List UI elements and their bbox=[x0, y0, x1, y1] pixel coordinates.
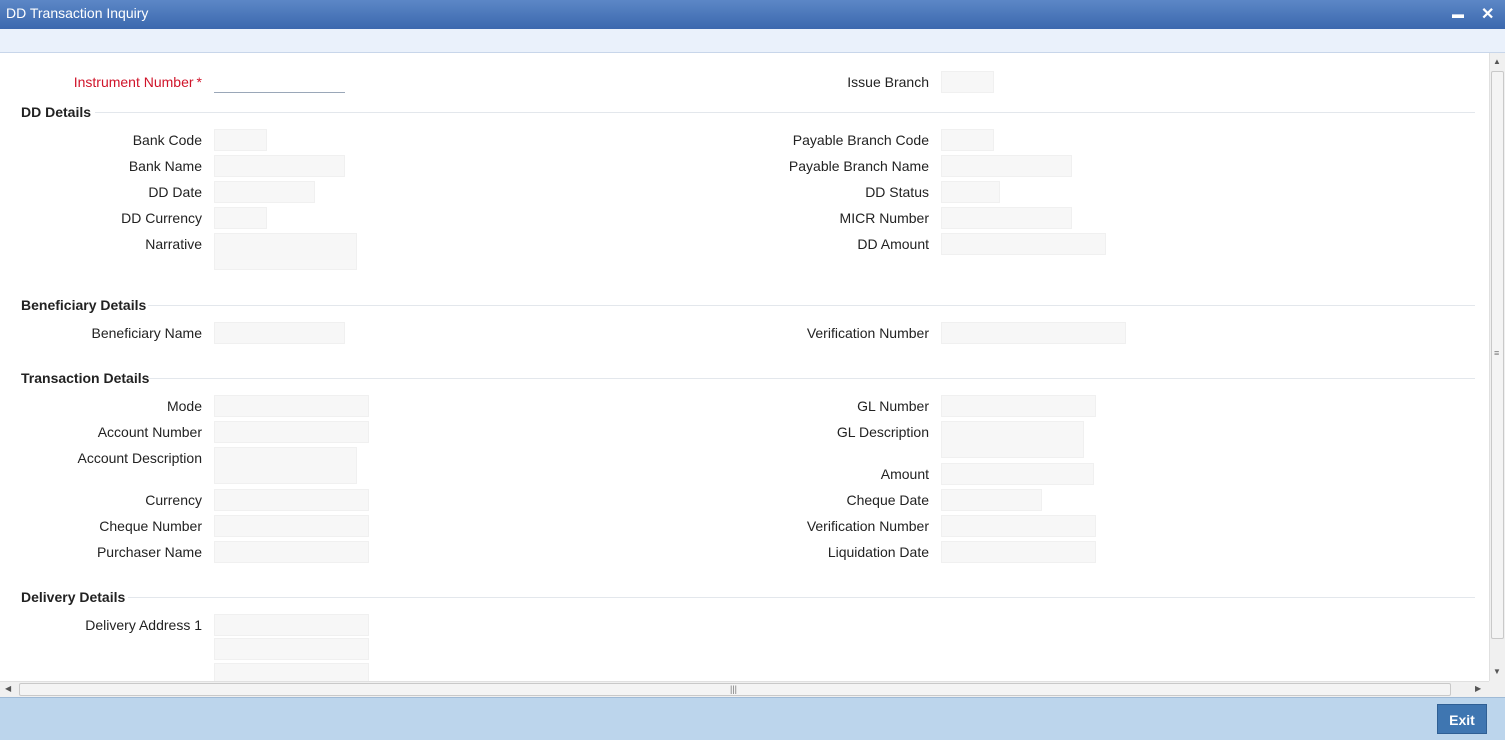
payable-branch-name-field[interactable] bbox=[941, 155, 1072, 177]
scrollbar-corner bbox=[1489, 681, 1505, 697]
cheque-number-field[interactable] bbox=[214, 515, 369, 537]
dd-date-label: DD Date bbox=[148, 184, 202, 200]
beneficiary-verification-number-label: Verification Number bbox=[806, 325, 929, 341]
gl-number-field[interactable] bbox=[941, 395, 1096, 417]
amount-label: Amount bbox=[880, 466, 929, 482]
micr-number-field[interactable] bbox=[941, 207, 1072, 229]
horizontal-scrollbar[interactable]: ◀ ||| ▶ bbox=[0, 681, 1489, 697]
exit-button[interactable]: Exit bbox=[1437, 704, 1487, 734]
dd-currency-field[interactable] bbox=[214, 207, 267, 229]
transaction-verification-number-field[interactable] bbox=[941, 515, 1096, 537]
toolbar-strip bbox=[0, 29, 1505, 53]
scroll-left-icon[interactable]: ◀ bbox=[5, 684, 11, 693]
delivery-address-line-2-field[interactable] bbox=[214, 638, 369, 660]
delivery-address-line-1-field[interactable] bbox=[214, 614, 369, 636]
grip-icon: ||| bbox=[730, 684, 738, 694]
dd-currency-label: DD Currency bbox=[121, 210, 202, 226]
gl-number-label: GL Number bbox=[857, 398, 929, 414]
bank-code-label: Bank Code bbox=[132, 132, 202, 148]
dd-details-heading: DD Details bbox=[21, 104, 92, 120]
purchaser-name-label: Purchaser Name bbox=[96, 544, 202, 560]
window-titlebar: DD Transaction Inquiry ▬ ✕ bbox=[0, 0, 1505, 29]
footer-bar: Exit bbox=[0, 697, 1505, 740]
mode-field[interactable] bbox=[214, 395, 369, 417]
account-number-field[interactable] bbox=[214, 421, 369, 443]
close-icon[interactable]: ✕ bbox=[1481, 4, 1494, 24]
currency-field[interactable] bbox=[214, 489, 369, 511]
horizontal-scroll-thumb[interactable]: ||| bbox=[19, 683, 1451, 696]
gl-description-label: GL Description bbox=[836, 424, 929, 440]
liquidation-date-field[interactable] bbox=[941, 541, 1096, 563]
dd-date-field[interactable] bbox=[214, 181, 315, 203]
cheque-number-label: Cheque Number bbox=[99, 518, 202, 534]
vertical-scrollbar[interactable]: ▲ ≡ ▼ bbox=[1489, 53, 1505, 681]
beneficiary-details-heading: Beneficiary Details bbox=[21, 297, 147, 313]
delivery-address-line-3-field[interactable] bbox=[214, 663, 369, 681]
mode-label: Mode bbox=[166, 398, 202, 414]
liquidation-date-label: Liquidation Date bbox=[827, 544, 929, 560]
beneficiary-name-label: Beneficiary Name bbox=[91, 325, 203, 341]
narrative-field[interactable] bbox=[214, 233, 357, 270]
delivery-details-heading: Delivery Details bbox=[21, 589, 126, 605]
required-star: * bbox=[196, 74, 202, 90]
micr-number-label: MICR Number bbox=[839, 210, 929, 226]
account-number-label: Account Number bbox=[97, 424, 202, 440]
dd-details-rule bbox=[95, 112, 1475, 113]
dd-amount-label: DD Amount bbox=[857, 236, 929, 252]
issue-branch-field[interactable] bbox=[941, 71, 994, 93]
scroll-up-icon[interactable]: ▲ bbox=[1493, 57, 1501, 66]
account-description-label: Account Description bbox=[77, 450, 202, 466]
grip-icon: ≡ bbox=[1494, 348, 1500, 358]
beneficiary-details-rule bbox=[148, 305, 1475, 306]
form-content: Instrument Number * Issue Branch DD Detai… bbox=[0, 53, 1489, 681]
payable-branch-code-label: Payable Branch Code bbox=[792, 132, 929, 148]
transaction-details-heading: Transaction Details bbox=[21, 370, 150, 386]
transaction-verification-number-label: Verification Number bbox=[806, 518, 929, 534]
cheque-date-label: Cheque Date bbox=[846, 492, 929, 508]
vertical-scroll-thumb[interactable]: ≡ bbox=[1491, 71, 1504, 639]
transaction-details-rule bbox=[149, 378, 1475, 379]
bank-code-field[interactable] bbox=[214, 129, 267, 151]
scroll-right-icon[interactable]: ▶ bbox=[1475, 684, 1481, 693]
instrument-number-label: Instrument Number * bbox=[73, 74, 202, 90]
account-description-field[interactable] bbox=[214, 447, 357, 484]
bank-name-field[interactable] bbox=[214, 155, 345, 177]
dd-status-label: DD Status bbox=[865, 184, 929, 200]
issue-branch-label: Issue Branch bbox=[847, 74, 929, 90]
narrative-label: Narrative bbox=[145, 236, 202, 252]
cheque-date-field[interactable] bbox=[941, 489, 1042, 511]
payable-branch-name-label: Payable Branch Name bbox=[788, 158, 929, 174]
purchaser-name-field[interactable] bbox=[214, 541, 369, 563]
gl-description-field[interactable] bbox=[941, 421, 1084, 458]
delivery-address-1-label: Delivery Address 1 bbox=[85, 617, 202, 633]
dd-status-field[interactable] bbox=[941, 181, 1000, 203]
payable-branch-code-field[interactable] bbox=[941, 129, 994, 151]
currency-label: Currency bbox=[145, 492, 202, 508]
amount-field[interactable] bbox=[941, 463, 1094, 485]
instrument-number-input[interactable] bbox=[214, 71, 345, 93]
minimize-icon[interactable]: ▬ bbox=[1452, 7, 1464, 21]
dd-amount-field[interactable] bbox=[941, 233, 1106, 255]
beneficiary-verification-number-field[interactable] bbox=[941, 322, 1126, 344]
beneficiary-name-field[interactable] bbox=[214, 322, 345, 344]
scroll-down-icon[interactable]: ▼ bbox=[1493, 667, 1501, 676]
window-title: DD Transaction Inquiry bbox=[6, 5, 149, 21]
bank-name-label: Bank Name bbox=[128, 158, 202, 174]
delivery-details-rule bbox=[128, 597, 1475, 598]
